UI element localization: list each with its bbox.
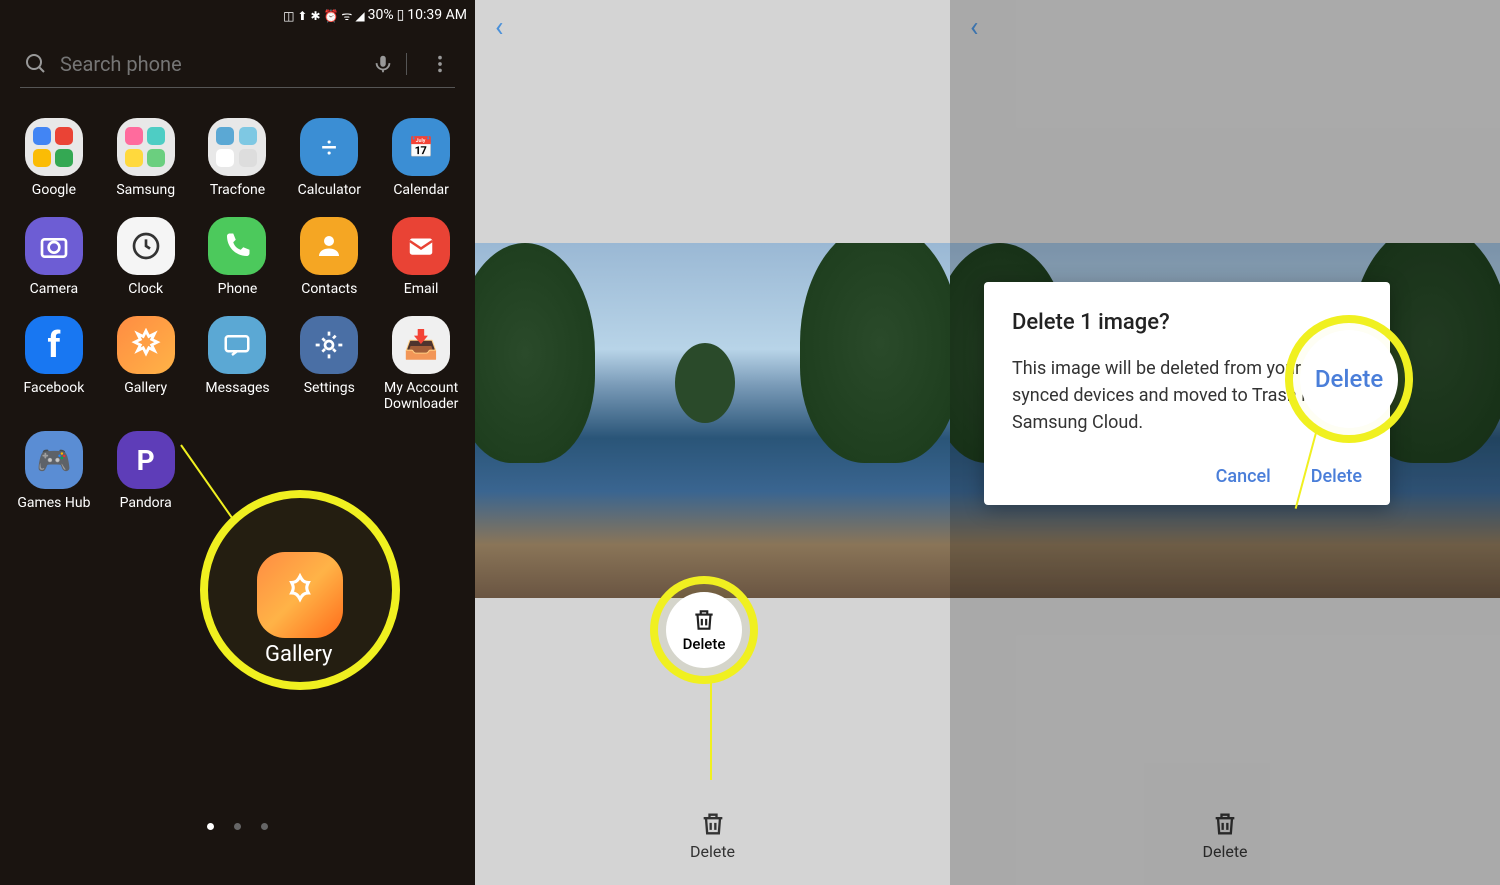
status-bar: ◫ ⬆ ✱ ⏰ ᯤ ◢ 30% ▯ 10:39 AM (0, 0, 475, 30)
delete-callout: Delete (666, 592, 742, 668)
dialog-title: Delete 1 image? (1012, 310, 1362, 335)
app-drawer-panel: ◫ ⬆ ✱ ⏰ ᯤ ◢ 30% ▯ 10:39 AM Google Samsun… (0, 0, 475, 885)
app-facebook[interactable]: fFacebook (10, 316, 98, 414)
search-input[interactable] (60, 52, 360, 76)
gallery-callout-label: Gallery (265, 642, 332, 667)
app-contacts[interactable]: Contacts (285, 217, 373, 298)
app-games-hub[interactable]: 🎮Games Hub (10, 431, 98, 512)
app-google[interactable]: Google (10, 118, 98, 199)
battery-icon: ▯ (397, 7, 405, 23)
app-phone[interactable]: Phone (194, 217, 282, 298)
app-email[interactable]: Email (377, 217, 465, 298)
app-tracfone[interactable]: Tracfone (194, 118, 282, 199)
delete-dialog-panel: ‹ Delete Delete 1 image? This image will… (950, 0, 1500, 885)
app-account-downloader[interactable]: 📥My Account Downloader (377, 316, 465, 414)
app-samsung[interactable]: Samsung (102, 118, 190, 199)
mic-icon[interactable] (372, 53, 394, 75)
callout-line-2 (710, 680, 712, 780)
photo-preview[interactable] (475, 243, 950, 598)
cancel-button[interactable]: Cancel (1216, 466, 1271, 487)
gallery-view-panel: ‹ Delete (475, 0, 950, 885)
app-pandora[interactable]: PPandora (102, 431, 190, 512)
app-messages[interactable]: Messages (194, 316, 282, 414)
trash-icon[interactable] (699, 810, 727, 838)
delete-label[interactable]: Delete (690, 842, 735, 861)
status-icons: ◫ ⬆ ✱ ⏰ ᯤ ◢ (283, 7, 364, 24)
search-icon (24, 52, 48, 76)
delete-confirm-button[interactable]: Delete (1311, 466, 1362, 487)
app-camera[interactable]: Camera (10, 217, 98, 298)
app-settings[interactable]: Settings (285, 316, 373, 414)
app-clock[interactable]: Clock (102, 217, 190, 298)
battery-percent: 30% (368, 7, 394, 23)
status-time: 10:39 AM (407, 7, 467, 23)
app-grid: Google Samsung Tracfone ÷Calculator 📅Cal… (0, 98, 475, 532)
page-indicator (0, 823, 475, 830)
bottom-toolbar: Delete (475, 785, 950, 885)
search-bar[interactable] (20, 40, 455, 88)
dialog-buttons: Cancel Delete (1012, 466, 1362, 487)
app-calculator[interactable]: ÷Calculator (285, 118, 373, 199)
gallery-callout-ic-icon (257, 552, 343, 638)
app-calendar[interactable]: 📅Calendar (377, 118, 465, 199)
app-gallery[interactable]: Gallery (102, 316, 190, 414)
more-icon[interactable] (429, 53, 451, 75)
back-button[interactable]: ‹ (495, 10, 503, 43)
delete-confirm-callout: Delete (1300, 330, 1398, 428)
